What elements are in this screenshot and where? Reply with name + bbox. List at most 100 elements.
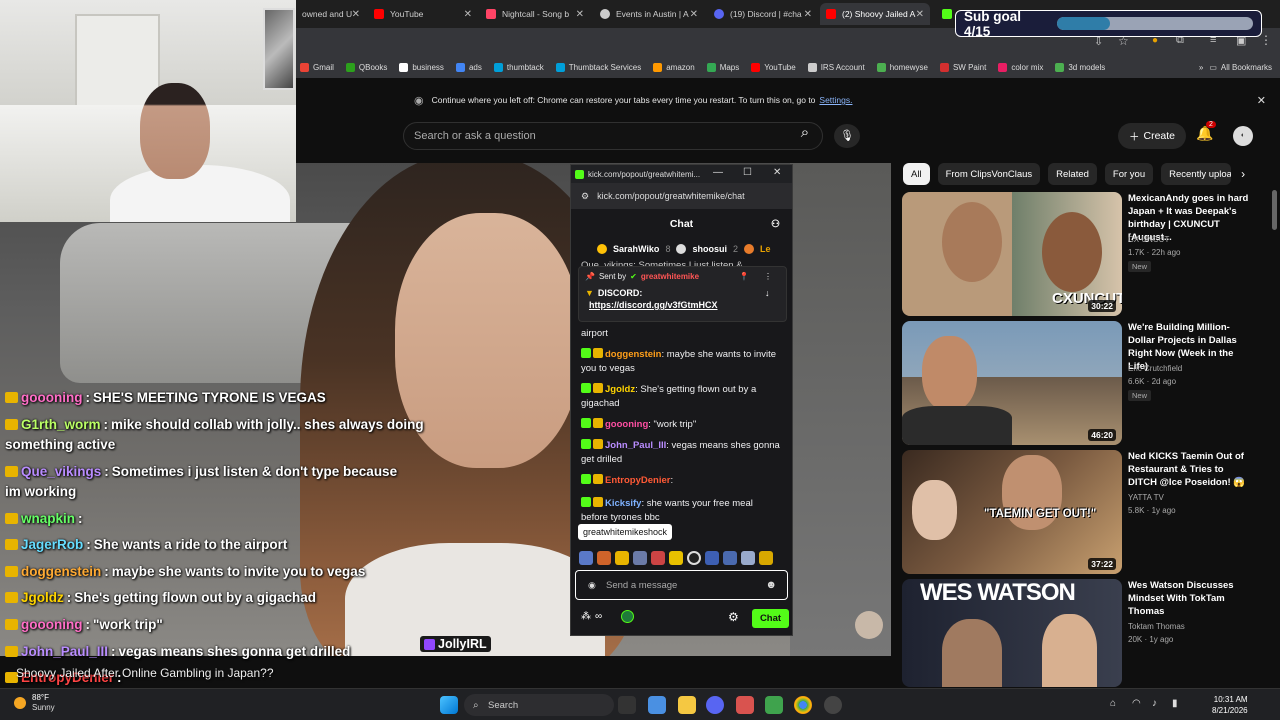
- emote-icon[interactable]: [687, 551, 701, 565]
- bookmark-item[interactable]: thumbtack: [493, 62, 544, 72]
- browser-tab[interactable]: [936, 3, 956, 25]
- bookmark-item[interactable]: QBooks: [345, 62, 387, 72]
- system-clock[interactable]: 10:31 AM 8/21/2026: [1212, 694, 1248, 716]
- mic-icon[interactable]: 🎙: [834, 124, 860, 148]
- video-title[interactable]: Wes Watson Discusses Mindset With TokTam…: [1128, 579, 1253, 618]
- chat-username[interactable]: doggenstein: [605, 349, 661, 360]
- close-icon[interactable]: ✕: [916, 9, 924, 20]
- close-icon[interactable]: ✕: [773, 167, 781, 178]
- chat-username[interactable]: Jgoldz: [605, 384, 635, 395]
- minimize-icon[interactable]: —: [713, 167, 723, 178]
- settings-link[interactable]: Settings.: [819, 95, 852, 105]
- bookmark-item[interactable]: YouTube: [751, 62, 796, 72]
- more-vert-icon[interactable]: ⋮: [1260, 33, 1272, 47]
- network-icon[interactable]: ⌂: [1110, 698, 1116, 709]
- bookmark-item[interactable]: Maps: [706, 62, 739, 72]
- recommended-video[interactable]: 46:20 We're Building Million-Dollar Proj…: [902, 321, 1280, 445]
- emote-icon[interactable]: [759, 551, 773, 565]
- scrollbar[interactable]: [1272, 190, 1277, 230]
- chat-username[interactable]: EntropyDenier: [605, 475, 670, 486]
- discord-icon[interactable]: [706, 696, 724, 714]
- close-icon[interactable]: ✕: [804, 9, 812, 20]
- bookmark-item[interactable]: homewyse: [876, 62, 928, 72]
- channel-name[interactable]: Eric Crutchfield: [1128, 364, 1182, 373]
- chip-recently-uploaded[interactable]: Recently uploa: [1161, 163, 1232, 185]
- send-chat-button[interactable]: Chat: [752, 609, 789, 628]
- chevron-right-icon[interactable]: ›: [1241, 167, 1245, 181]
- bookmark-item[interactable]: 3d models: [1055, 62, 1105, 72]
- channel-name[interactable]: Toktam Thomas: [1128, 622, 1185, 631]
- wifi-icon[interactable]: ◠: [1132, 698, 1141, 709]
- channel-name[interactable]: YATTA TV: [1128, 493, 1164, 502]
- recommended-video[interactable]: "TAEMIN GET OUT!" 37:22 Ned KICKS Taemin…: [902, 450, 1280, 574]
- bookmark-item[interactable]: Gmail: [300, 62, 334, 72]
- close-icon[interactable]: ✕: [1257, 94, 1266, 107]
- chip-related[interactable]: Related: [1048, 163, 1097, 185]
- users-icon[interactable]: ⚇: [771, 219, 780, 230]
- arrow-down-icon[interactable]: ↓: [765, 288, 770, 298]
- chat-username[interactable]: John_Paul_III: [605, 440, 666, 451]
- video-thumbnail[interactable]: CXUNCUT 30:22: [902, 192, 1122, 316]
- app-icon[interactable]: [736, 696, 754, 714]
- emote-icon[interactable]: [615, 551, 629, 565]
- channel-name[interactable]: CX UNCUT: [1128, 235, 1169, 244]
- chip-from-channel[interactable]: From ClipsVonClaus: [937, 163, 1041, 185]
- browser-tab[interactable]: (19) Discord | #cha ✕: [708, 3, 818, 25]
- maximize-icon[interactable]: ☐: [743, 167, 752, 178]
- bookmark-item[interactable]: color mix: [998, 62, 1043, 72]
- emote-icon[interactable]: [597, 551, 611, 565]
- battery-icon[interactable]: ▮: [1172, 698, 1178, 709]
- weather-widget[interactable]: 88°F Sunny: [14, 693, 55, 713]
- more-vert-icon[interactable]: ⋮: [764, 272, 772, 281]
- browser-tab[interactable]: Events in Austin | A ✕: [594, 3, 704, 25]
- create-button[interactable]: ＋ Create: [1118, 123, 1186, 149]
- close-icon[interactable]: ✕: [690, 9, 698, 20]
- app-icon[interactable]: [824, 696, 842, 714]
- points-icon[interactable]: ⁂: [581, 611, 591, 622]
- close-icon[interactable]: ✕: [464, 9, 472, 20]
- gear-icon[interactable]: ⚙: [728, 610, 739, 624]
- chat-username[interactable]: goooning: [605, 419, 648, 430]
- taskbar-search[interactable]: ⌕ Search: [464, 694, 614, 716]
- video-thumbnail[interactable]: "TAEMIN GET OUT!" 37:22: [902, 450, 1122, 574]
- chat-message-input[interactable]: ◉ Send a message ☻: [575, 570, 788, 600]
- recommended-video[interactable]: CXUNCUT 30:22 MexicanAndy goes in hard J…: [902, 192, 1280, 316]
- task-view-icon[interactable]: [618, 696, 636, 714]
- app-icon[interactable]: [648, 696, 666, 714]
- windows-start-icon[interactable]: [440, 696, 458, 714]
- bookmark-item[interactable]: amazon: [653, 62, 695, 72]
- browser-tab[interactable]: YouTube ✕: [368, 3, 478, 25]
- video-thumbnail[interactable]: 46:20: [902, 321, 1122, 445]
- avatar[interactable]: ◐: [1233, 126, 1253, 146]
- recommended-video[interactable]: WES WATSON Wes Watson Discusses Mindset …: [902, 579, 1280, 687]
- browser-tab[interactable]: Nightcall - Song b ✕: [480, 3, 590, 25]
- emote-icon[interactable]: [723, 551, 737, 565]
- browser-tab[interactable]: owned and U ✕: [296, 3, 366, 25]
- pin-icon[interactable]: 📍: [739, 272, 749, 281]
- all-bookmarks-button[interactable]: ▭ All Bookmarks: [1209, 63, 1272, 72]
- emote-icon[interactable]: [705, 551, 719, 565]
- video-title[interactable]: Ned KICKS Taemin Out of Restaurant & Tri…: [1128, 450, 1253, 489]
- bookmark-item[interactable]: IRS Account: [807, 62, 865, 72]
- bookmark-item[interactable]: ads: [455, 62, 482, 72]
- browser-tab-active[interactable]: (2) Shoovy Jailed A ✕: [820, 3, 930, 25]
- volume-icon[interactable]: ♪: [1152, 698, 1157, 709]
- emote-icon[interactable]: [579, 551, 593, 565]
- bookmark-item[interactable]: SW Paint: [939, 62, 986, 72]
- file-explorer-icon[interactable]: [678, 696, 696, 714]
- emote-icon[interactable]: [669, 551, 683, 565]
- emoji-icon[interactable]: ☻: [765, 579, 777, 591]
- kick-icon[interactable]: [621, 610, 634, 623]
- search-input[interactable]: Search or ask a question: [403, 122, 823, 150]
- chip-all[interactable]: All: [903, 163, 930, 185]
- search-icon[interactable]: ⌕: [792, 124, 818, 148]
- site-info-icon[interactable]: ⚙: [581, 191, 589, 202]
- emote-icon[interactable]: [651, 551, 665, 565]
- chip-for-you[interactable]: For you: [1104, 163, 1154, 185]
- emote-icon[interactable]: [633, 551, 647, 565]
- chevron-right-icon[interactable]: »: [1199, 63, 1203, 72]
- discord-link[interactable]: https://discord.gg/v3fGtmHCX: [589, 300, 780, 310]
- app-icon[interactable]: [765, 696, 783, 714]
- emote-icon[interactable]: [741, 551, 755, 565]
- bookmark-item[interactable]: Thumbtack Services: [555, 62, 641, 72]
